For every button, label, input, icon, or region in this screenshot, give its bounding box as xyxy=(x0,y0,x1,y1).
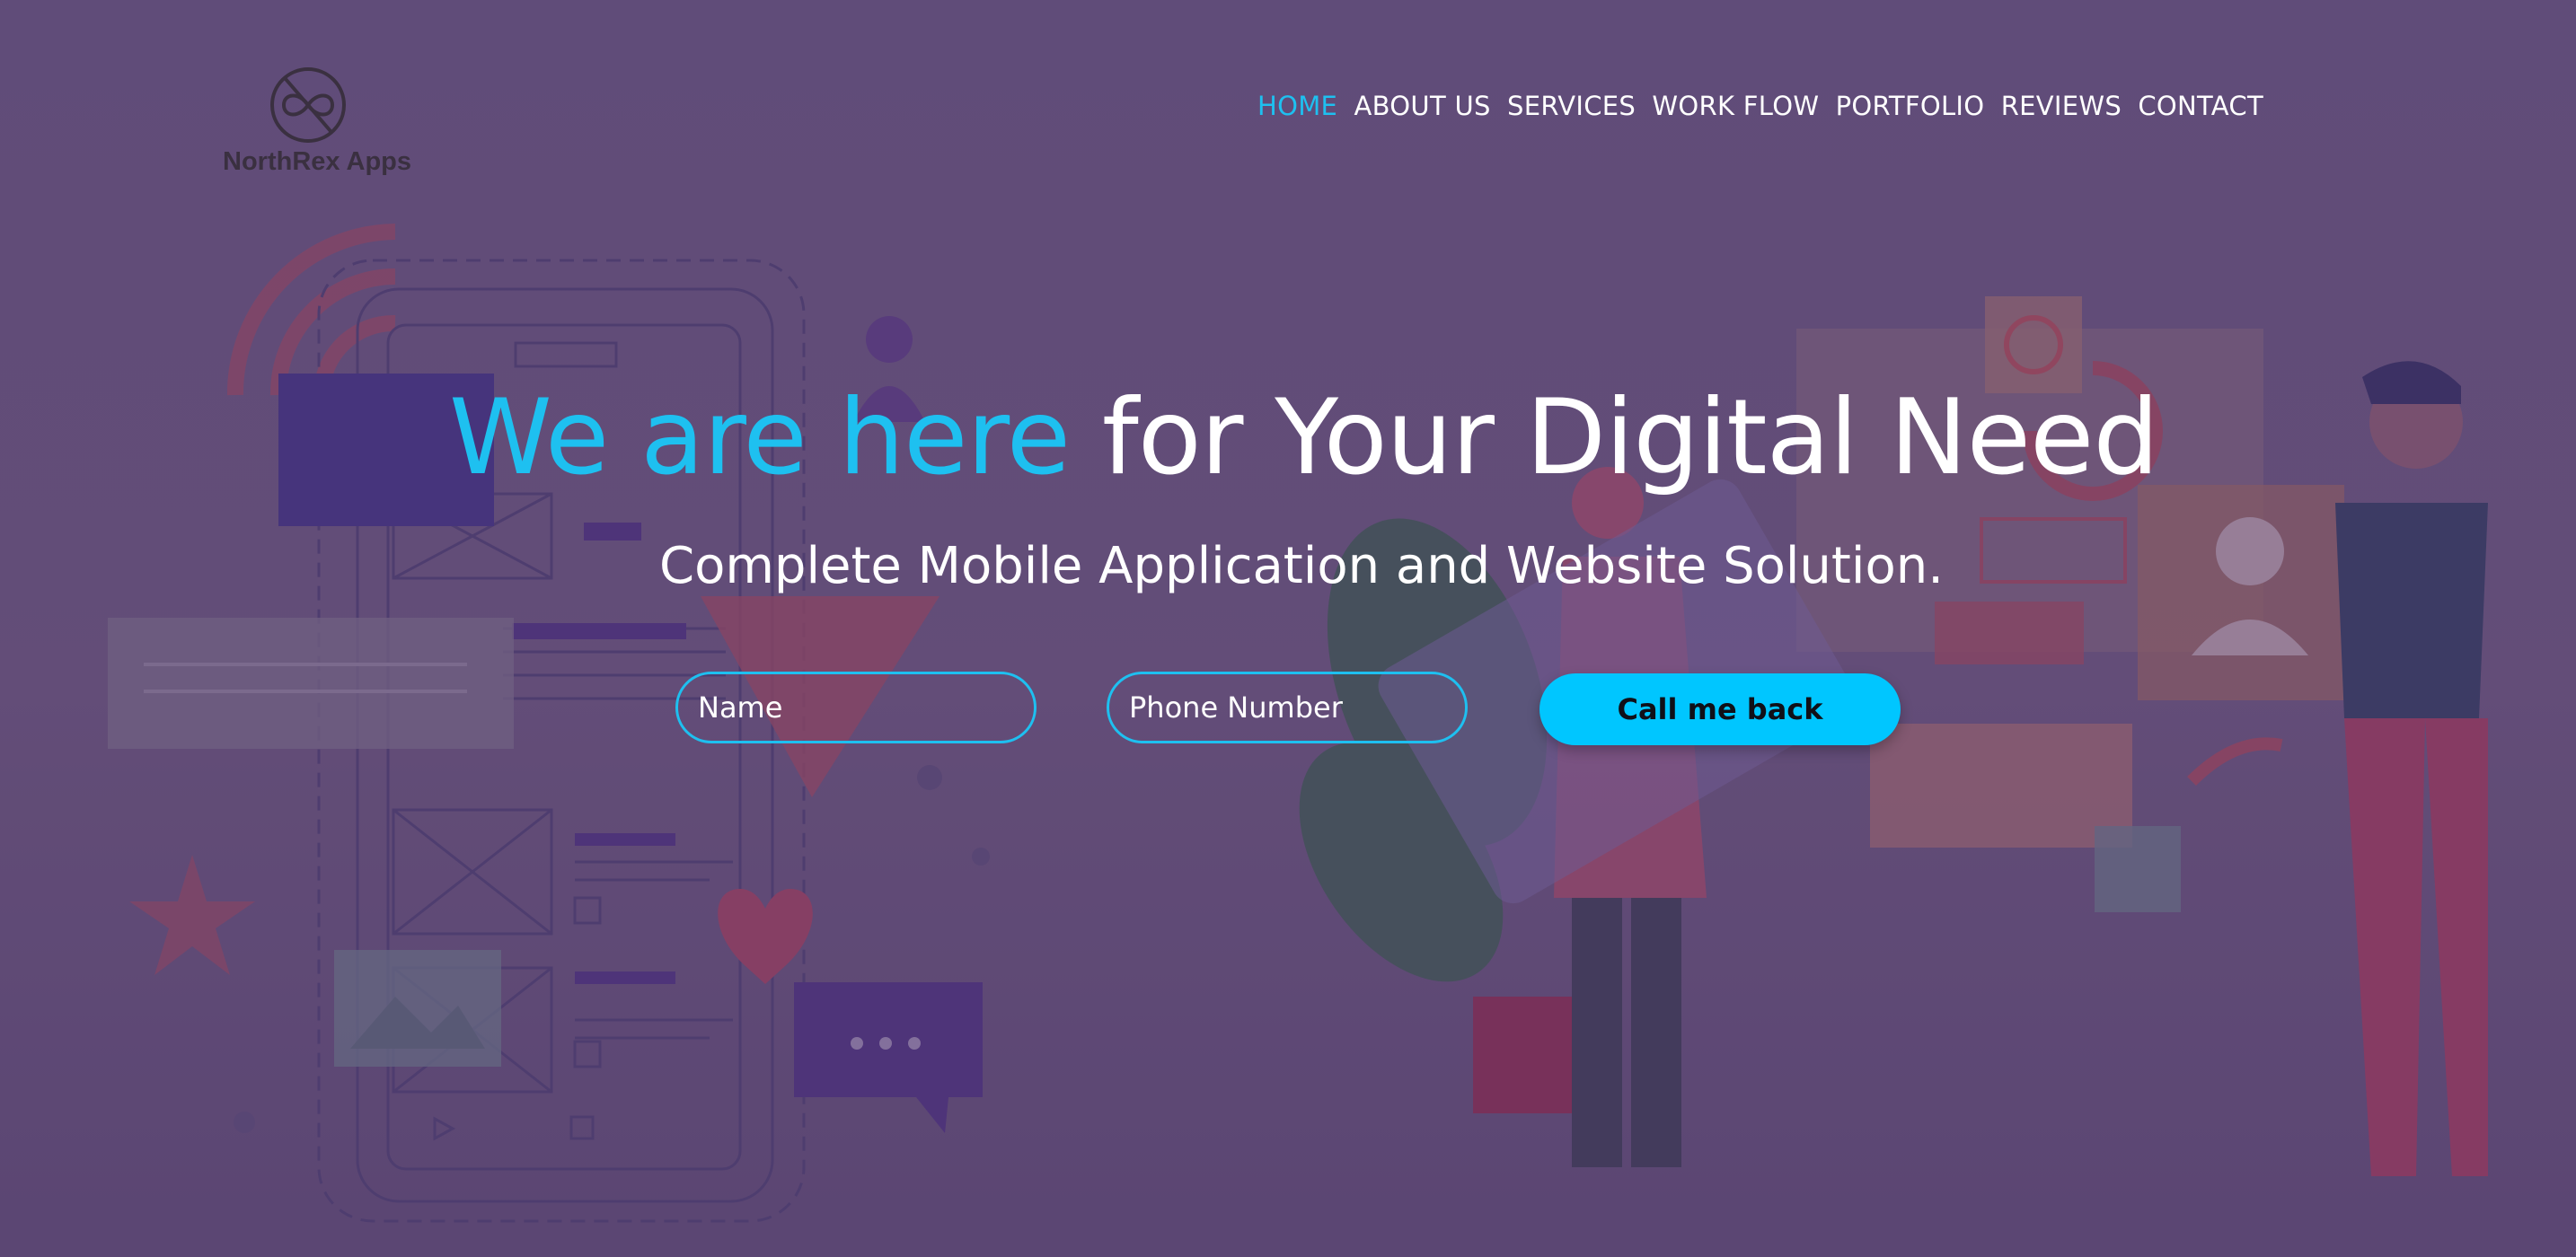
hero-headline-rest: for Your Digital Need xyxy=(1070,377,2159,498)
color-overlay xyxy=(0,0,2576,1257)
brand-name: NorthRex Apps xyxy=(223,147,411,176)
nav-item-home[interactable]: HOME xyxy=(1257,91,1337,121)
name-input[interactable] xyxy=(675,672,1037,743)
hero-subheadline: Complete Mobile Application and Website … xyxy=(659,537,1944,595)
main-nav: HOME ABOUT US SERVICES WORK FLOW PORTFOL… xyxy=(1257,86,2263,126)
hero-headline-accent: We are here xyxy=(449,377,1071,498)
call-me-back-button[interactable]: Call me back xyxy=(1539,673,1901,745)
hero-section: NorthRex Apps HOME ABOUT US SERVICES WOR… xyxy=(0,0,2576,1257)
infinity-circle-icon xyxy=(270,67,346,143)
nav-item-work-flow[interactable]: WORK FLOW xyxy=(1652,91,1819,121)
hero-headline: We are here for Your Digital Need xyxy=(449,377,2159,498)
phone-number-input[interactable] xyxy=(1107,672,1468,743)
brand-logo[interactable]: NorthRex Apps xyxy=(223,65,411,185)
nav-item-reviews[interactable]: REVIEWS xyxy=(2001,91,2122,121)
nav-item-services[interactable]: SERVICES xyxy=(1507,91,1636,121)
nav-item-contact[interactable]: CONTACT xyxy=(2138,91,2263,121)
nav-item-about-us[interactable]: ABOUT US xyxy=(1354,91,1490,121)
nav-item-portfolio[interactable]: PORTFOLIO xyxy=(1836,91,1985,121)
